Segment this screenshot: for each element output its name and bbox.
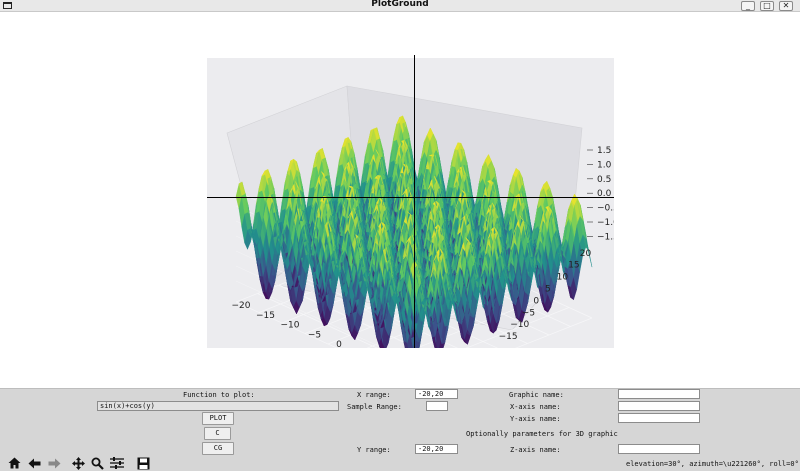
pan-icon[interactable]: [70, 455, 86, 471]
x-tick-label: −15: [256, 311, 275, 321]
x-tick-label: −10: [281, 321, 300, 331]
x-tick-label: 0: [336, 340, 342, 348]
z-tick-label: 1.5: [597, 146, 611, 156]
y-tick-label: 15: [568, 261, 579, 271]
y-tick-label: −10: [510, 320, 529, 330]
figure-canvas[interactable]: 1.51.00.50.0−0.5−1.0−1.5 −20−15−10−50510…: [0, 13, 800, 388]
configure-subplots-icon[interactable]: [109, 455, 125, 471]
z-tick-label: −1.5: [597, 232, 614, 242]
home-icon[interactable]: [6, 455, 22, 471]
function-input[interactable]: sin(x)+cos(y): [97, 401, 339, 411]
c-button[interactable]: C: [204, 427, 231, 440]
graphic-name-input[interactable]: [618, 389, 700, 399]
z-axis-name-label: Z-axis name:: [510, 446, 561, 454]
maximize-icon: □: [763, 1, 771, 10]
save-icon[interactable]: [135, 455, 151, 471]
x-range-input[interactable]: -20,20: [415, 389, 458, 399]
minimize-icon: _: [746, 1, 750, 10]
z-tick-label: 0.5: [597, 175, 611, 185]
sample-range-label: Sample Range:: [347, 403, 402, 411]
sample-range-input[interactable]: [426, 401, 448, 411]
y-axis-name-input[interactable]: [618, 413, 700, 423]
function-label: Function to plot:: [183, 391, 255, 399]
x-tick-label: −5: [308, 330, 321, 340]
crosshair-vertical: [414, 55, 415, 348]
view-angle-status: elevation=30°, azimuth=\u221260°, roll=0…: [626, 460, 799, 468]
z-tick-label: 1.0: [597, 160, 612, 170]
cg-button[interactable]: CG: [202, 442, 234, 455]
navigation-toolbar: [0, 455, 160, 471]
close-icon: ✕: [782, 1, 790, 10]
y-range-input[interactable]: -20,20: [415, 444, 458, 454]
z-tick-label: −0.5: [597, 204, 614, 214]
y-tick-label: 5: [545, 285, 551, 295]
y-tick-label: 10: [557, 273, 569, 283]
graphic-name-label: Graphic name:: [509, 391, 564, 399]
x-axis-name-input[interactable]: [618, 401, 700, 411]
y-tick-label: −15: [499, 332, 518, 342]
y-tick-label: 0: [533, 296, 539, 306]
x-axis-name-label: X-axis name:: [510, 403, 561, 411]
window-title-bar: PlotGround _ □ ✕: [0, 0, 800, 12]
z-axis-ticks: 1.51.00.50.0−0.5−1.0−1.5: [587, 146, 614, 242]
forward-arrow-icon[interactable]: [46, 455, 62, 471]
close-button[interactable]: ✕: [779, 1, 793, 11]
y-range-label: Y range:: [357, 446, 391, 454]
y-tick-label: −5: [522, 308, 535, 318]
plot-button[interactable]: PLOT: [202, 412, 234, 425]
maximize-button[interactable]: □: [760, 1, 774, 11]
zoom-icon[interactable]: [89, 455, 105, 471]
z-axis-name-input[interactable]: [618, 444, 700, 454]
y-axis-name-label: Y-axis name:: [510, 415, 561, 423]
surface-plot-3d[interactable]: 1.51.00.50.0−0.5−1.0−1.5 −20−15−10−50510…: [207, 58, 614, 348]
x-range-label: X range:: [357, 391, 391, 399]
back-arrow-icon[interactable]: [26, 455, 42, 471]
z-tick-label: −1.0: [597, 218, 614, 228]
y-tick-label: 20: [580, 249, 592, 259]
minimize-button[interactable]: _: [741, 1, 755, 11]
x-tick-label: −20: [232, 301, 251, 311]
optional-3d-label: Optionally parameters for 3D graphic: [466, 430, 618, 438]
crosshair-horizontal: [207, 197, 614, 198]
window-title: PlotGround: [371, 0, 429, 9]
